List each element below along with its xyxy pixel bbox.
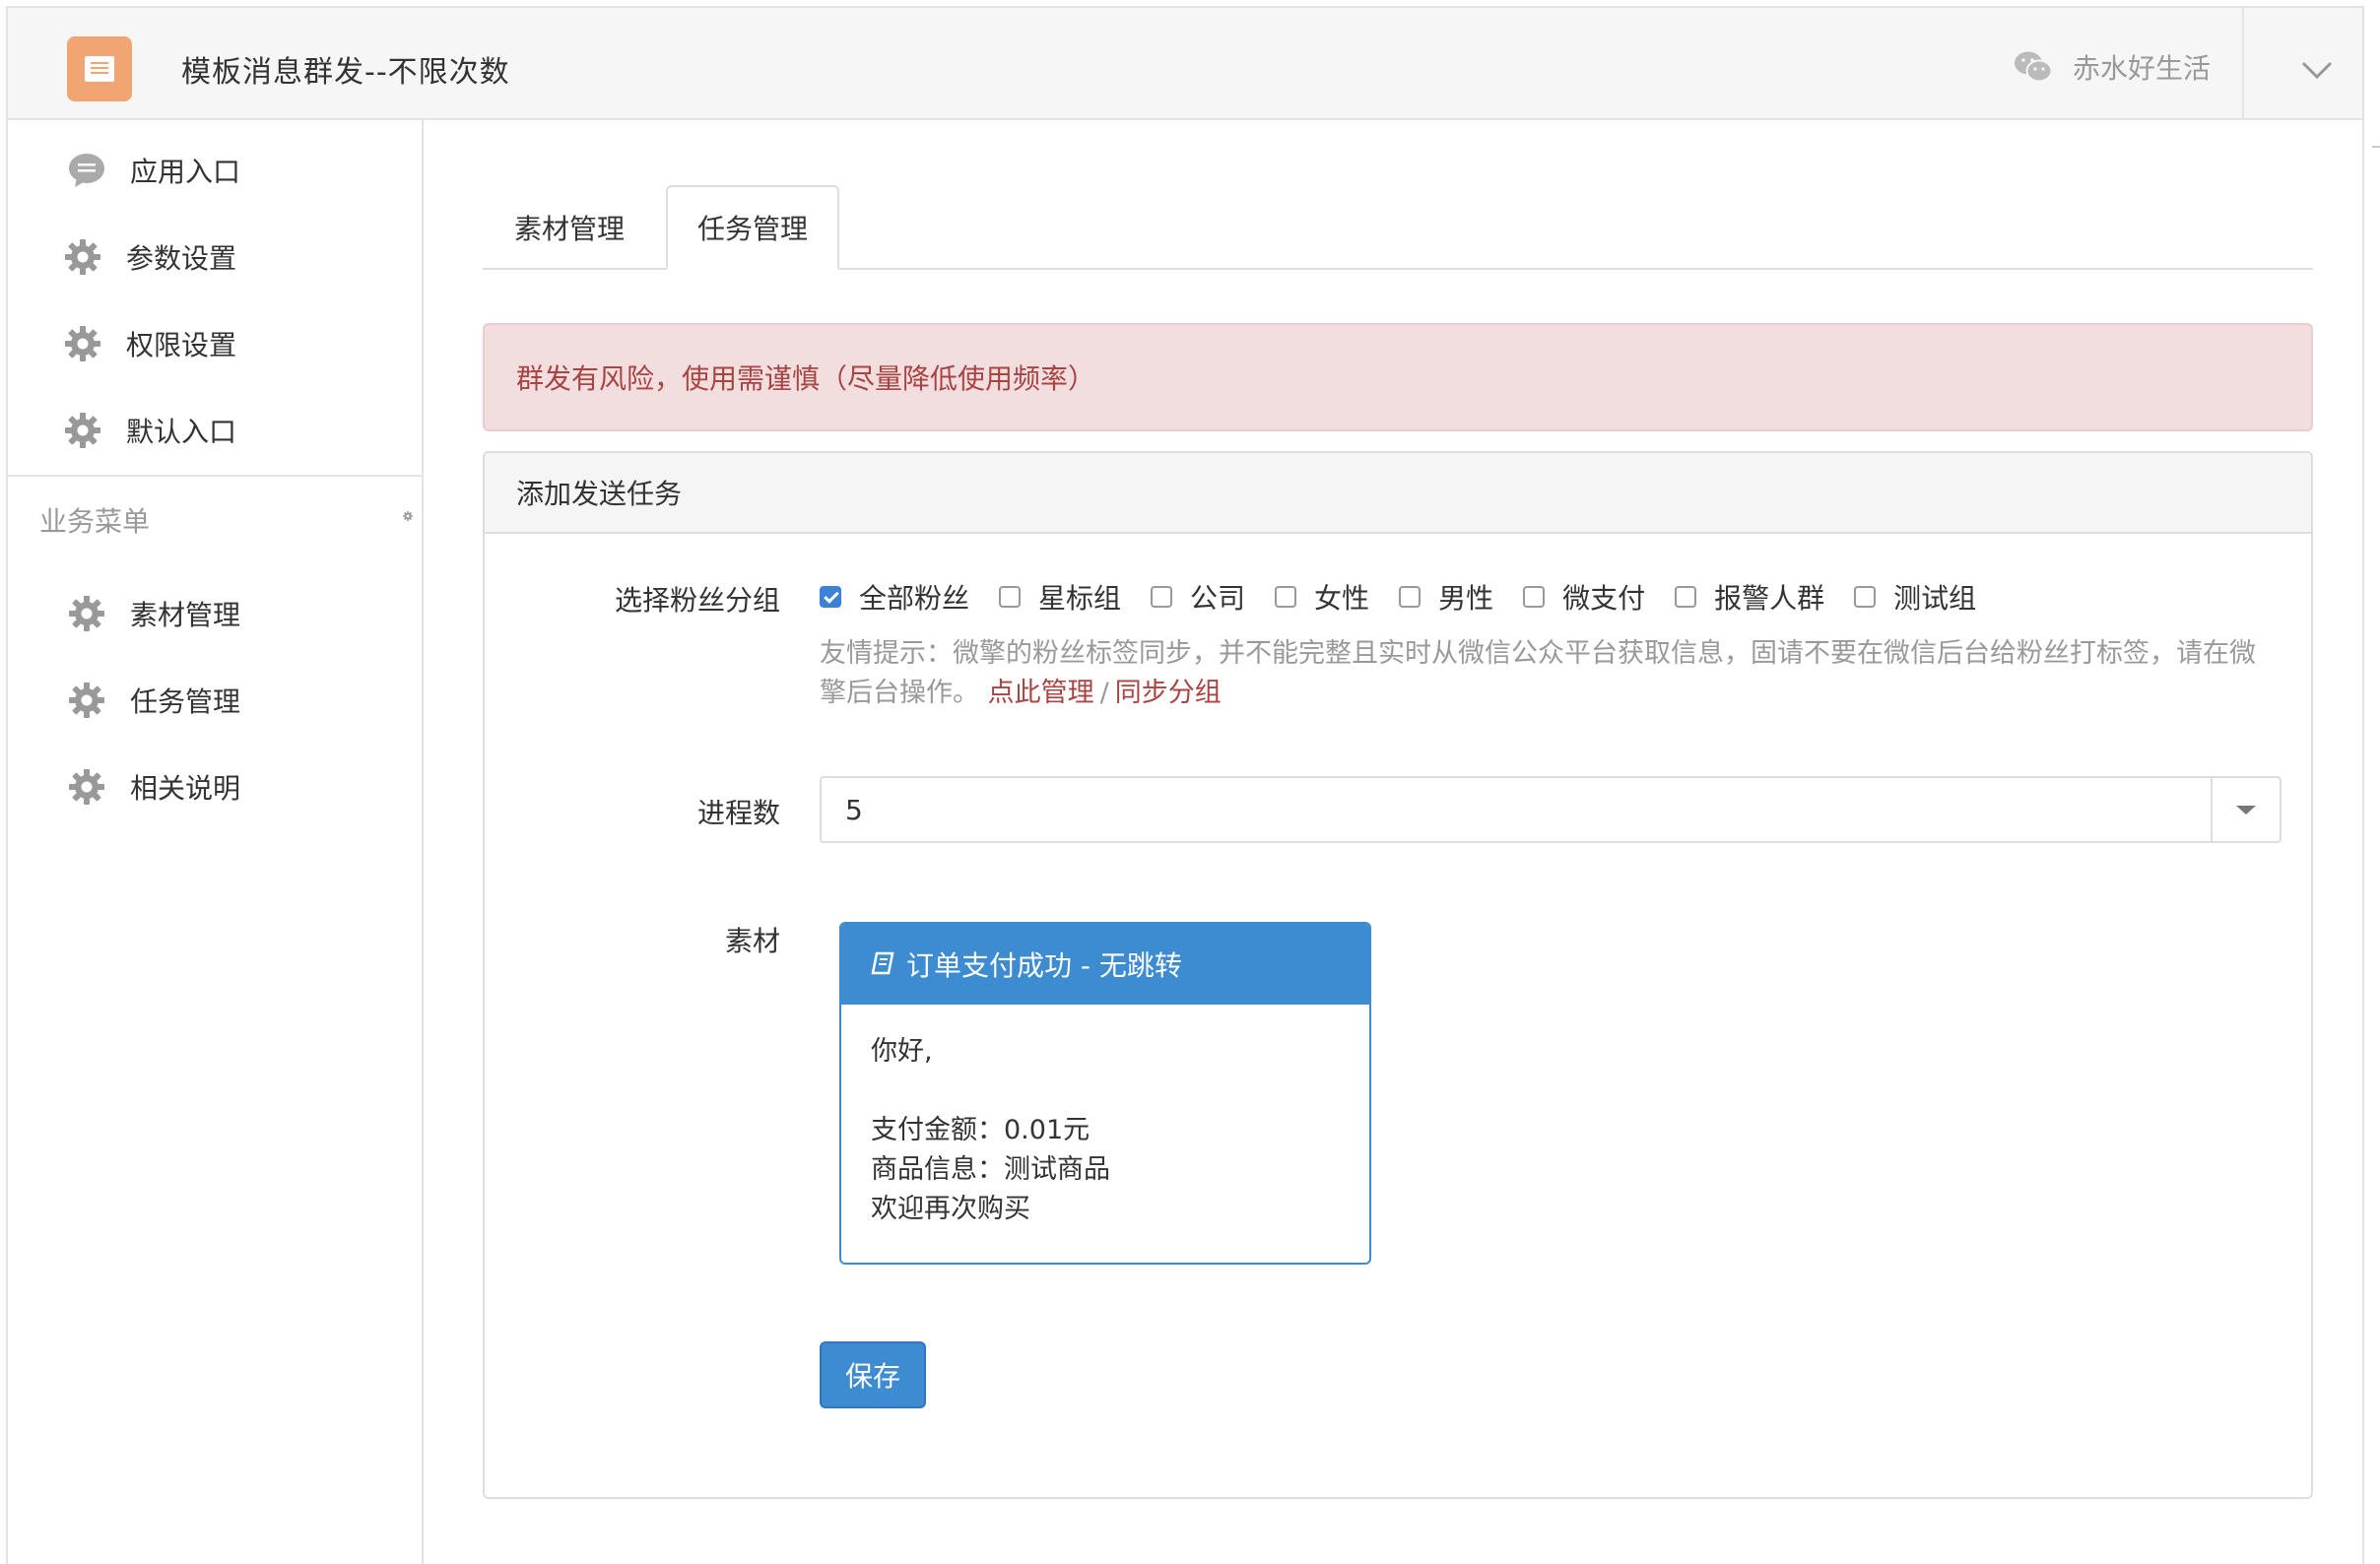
fan-group-option[interactable]: 男性 (1399, 577, 1493, 617)
panel-title-text: 添加发送任务 (516, 478, 683, 510)
material-card-body: 你好, 支付金额：0.01元 商品信息：测试商品 欢迎再次购买 (871, 1036, 1110, 1224)
checkbox[interactable] (1854, 586, 1877, 608)
tab-materials[interactable]: 素材管理 (483, 185, 656, 270)
gear-icon (69, 769, 104, 805)
account-switcher[interactable]: 赤水好生活 (2014, 47, 2211, 87)
sidebar-item-label: 素材管理 (130, 599, 241, 631)
fan-group-option[interactable]: 测试组 (1854, 577, 1976, 617)
checkbox[interactable] (1275, 586, 1297, 608)
sidebar-item-label: 相关说明 (130, 772, 241, 805)
option-label: 公司 (1190, 582, 1246, 615)
option-label: 男性 (1438, 582, 1494, 615)
option-label: 报警人群 (1714, 582, 1825, 615)
process-count-label: 进程数 (696, 797, 780, 829)
sidebar-item-default-entry[interactable]: 默认入口 (63, 406, 236, 455)
save-button[interactable]: 保存 (820, 1341, 926, 1408)
option-label: 星标组 (1038, 582, 1122, 615)
gear-icon (69, 596, 104, 631)
fan-group-option[interactable]: 报警人群 (1675, 577, 1824, 617)
sidebar-item-tasks[interactable]: 任务管理 (67, 676, 240, 725)
alert-text: 群发有风险，使用需谨慎（尽量降低使用频率） (516, 362, 1096, 395)
wechat-icon (2015, 51, 2053, 83)
sidebar-item-label: 任务管理 (130, 685, 241, 718)
top-header: 模板消息群发--不限次数 赤水好生活 (8, 8, 2362, 120)
checkbox[interactable] (1523, 586, 1546, 608)
sidebar-item-label: 应用入口 (130, 156, 241, 188)
gear-icon (69, 683, 104, 718)
document-icon (85, 56, 114, 82)
sidebar-item-label: 默认入口 (126, 416, 237, 448)
checkbox[interactable] (820, 586, 841, 608)
select-value: 5 (845, 793, 863, 826)
checkbox[interactable] (1151, 586, 1173, 608)
fan-group-label: 选择粉丝分组 (614, 584, 780, 617)
sidebar-item-label: 参数设置 (126, 242, 237, 275)
option-label: 测试组 (1893, 582, 1977, 615)
sidebar-divider (8, 475, 422, 477)
tab-bar: 素材管理 任务管理 (483, 185, 2313, 270)
book-icon (871, 951, 894, 975)
app-window: 模板消息群发--不限次数 赤水好生活 应用入口 参数设置 权限设置 默认入口 业… (6, 6, 2364, 1564)
app-title: 模板消息群发--不限次数 (181, 55, 510, 90)
fan-group-help: 友情提示：微擎的粉丝标签同步，并不能完整且实时从微信公众平台获取信息，固请不要在… (820, 634, 2258, 713)
sidebar-section-title: 业务菜单 (39, 505, 151, 538)
sidebar: 应用入口 参数设置 权限设置 默认入口 业务菜单 素材管理 任务管理 相关说明 (8, 120, 424, 1564)
checkbox[interactable] (1399, 586, 1421, 608)
caret-down-icon[interactable] (2211, 778, 2280, 841)
sidebar-item-app-entry[interactable]: 应用入口 (67, 146, 240, 195)
chevron-down-icon[interactable] (2297, 55, 2337, 85)
risk-alert: 群发有风险，使用需谨慎（尽量降低使用频率） (483, 323, 2313, 431)
material-card[interactable]: 订单支付成功 - 无跳转 你好, 支付金额：0.01元 商品信息：测试商品 欢迎… (839, 922, 1371, 1265)
option-label: 女性 (1314, 582, 1370, 615)
sync-groups-link[interactable]: 同步分组 (1115, 678, 1222, 708)
option-label: 微支付 (1562, 582, 1646, 615)
sidebar-item-materials[interactable]: 素材管理 (67, 589, 240, 638)
sidebar-item-docs[interactable]: 相关说明 (67, 762, 240, 812)
fan-group-option[interactable]: 星标组 (999, 577, 1121, 617)
panel-title: 添加发送任务 (485, 453, 2311, 534)
fan-group-options: 全部粉丝 星标组 公司 女性 男性 微支付 报警人群 测试组 (820, 577, 2006, 617)
scrollbar-mark (2372, 146, 2380, 148)
fan-group-option[interactable]: 微支付 (1523, 577, 1645, 617)
account-name: 赤水好生活 (2073, 52, 2212, 85)
fan-group-option[interactable]: 全部粉丝 (820, 577, 969, 617)
tab-tasks[interactable]: 任务管理 (666, 185, 839, 270)
gear-icon (65, 413, 100, 448)
material-card-title: 订单支付成功 - 无跳转 (906, 949, 1182, 982)
option-label: 全部粉丝 (859, 582, 970, 615)
process-count-select[interactable]: 5 (820, 776, 2281, 843)
checkbox[interactable] (999, 586, 1022, 608)
sidebar-item-label: 权限设置 (126, 329, 237, 361)
gear-icon (65, 239, 100, 275)
app-logo (67, 36, 132, 101)
fan-group-option[interactable]: 公司 (1151, 577, 1245, 617)
fan-group-option[interactable]: 女性 (1275, 577, 1369, 617)
material-label: 素材 (724, 925, 780, 957)
checkbox[interactable] (1675, 586, 1697, 608)
material-card-header: 订单支付成功 - 无跳转 (841, 924, 1369, 1005)
sidebar-item-permissions[interactable]: 权限设置 (63, 319, 236, 368)
sidebar-item-params[interactable]: 参数设置 (63, 232, 236, 282)
add-task-panel: 添加发送任务 选择粉丝分组 全部粉丝 星标组 公司 女性 男性 微支付 报警人群… (483, 451, 2313, 1499)
link-separator: / (1099, 678, 1109, 708)
header-divider (2242, 8, 2244, 118)
manage-groups-link[interactable]: 点此管理 (988, 678, 1094, 708)
gear-icon[interactable] (402, 504, 424, 528)
gear-icon (65, 326, 100, 361)
chat-bubble-icon (69, 154, 104, 187)
